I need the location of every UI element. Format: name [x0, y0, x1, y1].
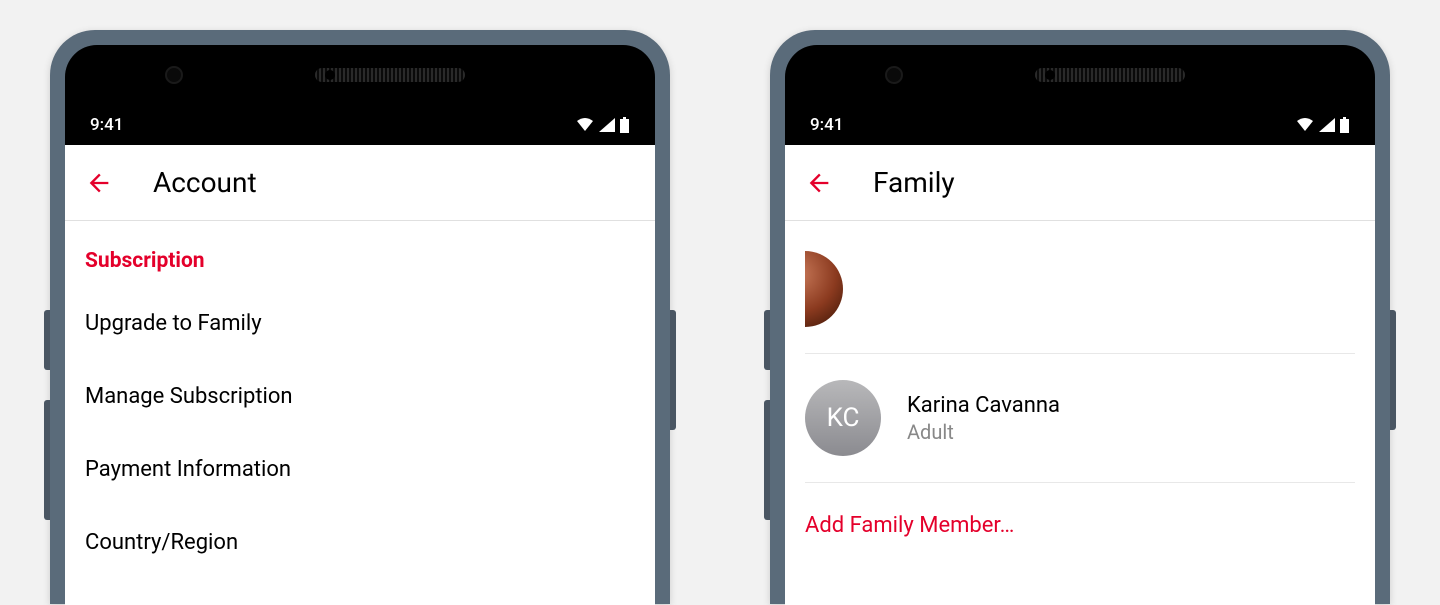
arrow-left-icon	[85, 169, 113, 197]
list-item-upgrade-family[interactable]: Upgrade to Family	[65, 287, 655, 360]
back-button[interactable]	[85, 169, 113, 197]
family-member-row[interactable]: KC Karina Cavanna Adult	[805, 354, 1355, 483]
avatar-partial	[805, 251, 843, 327]
camera-icon	[165, 66, 183, 84]
status-icons	[1295, 117, 1350, 133]
list-item-country-region[interactable]: Country/Region	[65, 506, 655, 579]
arrow-left-icon	[805, 169, 833, 197]
avatar-image	[805, 251, 843, 327]
phone-button-left-2	[44, 400, 50, 520]
battery-icon	[1339, 117, 1350, 133]
phone-button-left-2	[764, 400, 770, 520]
screen-content: Account Subscription Upgrade to Family M…	[65, 145, 655, 605]
section-header-subscription: Subscription	[65, 221, 655, 287]
cellular-icon	[598, 117, 616, 133]
phone-button-left-1	[44, 310, 50, 370]
phone-bezel: 9:41 Account Subscription Upgrade to Fam…	[65, 45, 655, 605]
phone-button-left-1	[764, 310, 770, 370]
family-member-name: Karina Cavanna	[907, 393, 1060, 418]
family-list: KC Karina Cavanna Adult Add Family Membe…	[785, 221, 1375, 568]
status-bar: 9:41	[65, 105, 655, 145]
status-time: 9:41	[810, 115, 843, 135]
app-bar: Account	[65, 145, 655, 221]
sensor-icon	[325, 70, 335, 80]
family-member-info: Karina Cavanna Adult	[907, 393, 1060, 444]
list-item-payment-information[interactable]: Payment Information	[65, 433, 655, 506]
phone-bezel: 9:41 Family KC	[785, 45, 1375, 605]
camera-icon	[885, 66, 903, 84]
phone-hardware-top	[65, 45, 655, 105]
battery-icon	[619, 117, 630, 133]
wifi-icon	[575, 117, 595, 133]
wifi-icon	[1295, 117, 1315, 133]
phone-frame-right: 9:41 Family KC	[770, 30, 1390, 604]
speaker-grille	[1035, 68, 1185, 82]
phone-frame-left: 9:41 Account Subscription Upgrade to Fam…	[50, 30, 670, 604]
status-bar: 9:41	[785, 105, 1375, 145]
back-button[interactable]	[805, 169, 833, 197]
phone-button-right	[1390, 310, 1396, 430]
add-family-member-button[interactable]: Add Family Member…	[805, 483, 1355, 568]
list-item-manage-subscription[interactable]: Manage Subscription	[65, 360, 655, 433]
cellular-icon	[1318, 117, 1336, 133]
family-member-role: Adult	[907, 420, 1060, 444]
avatar-initials: KC	[805, 380, 881, 456]
page-title: Family	[873, 166, 955, 199]
status-time: 9:41	[90, 115, 123, 135]
phone-hardware-top	[785, 45, 1375, 105]
speaker-grille	[315, 68, 465, 82]
status-icons	[575, 117, 630, 133]
sensor-icon	[1045, 70, 1055, 80]
page-title: Account	[153, 166, 257, 199]
app-bar: Family	[785, 145, 1375, 221]
phone-button-right	[670, 310, 676, 430]
screen-content: Family KC Karina Cavanna Adult Add Famil…	[785, 145, 1375, 605]
family-member-row-partial[interactable]	[805, 221, 1355, 354]
